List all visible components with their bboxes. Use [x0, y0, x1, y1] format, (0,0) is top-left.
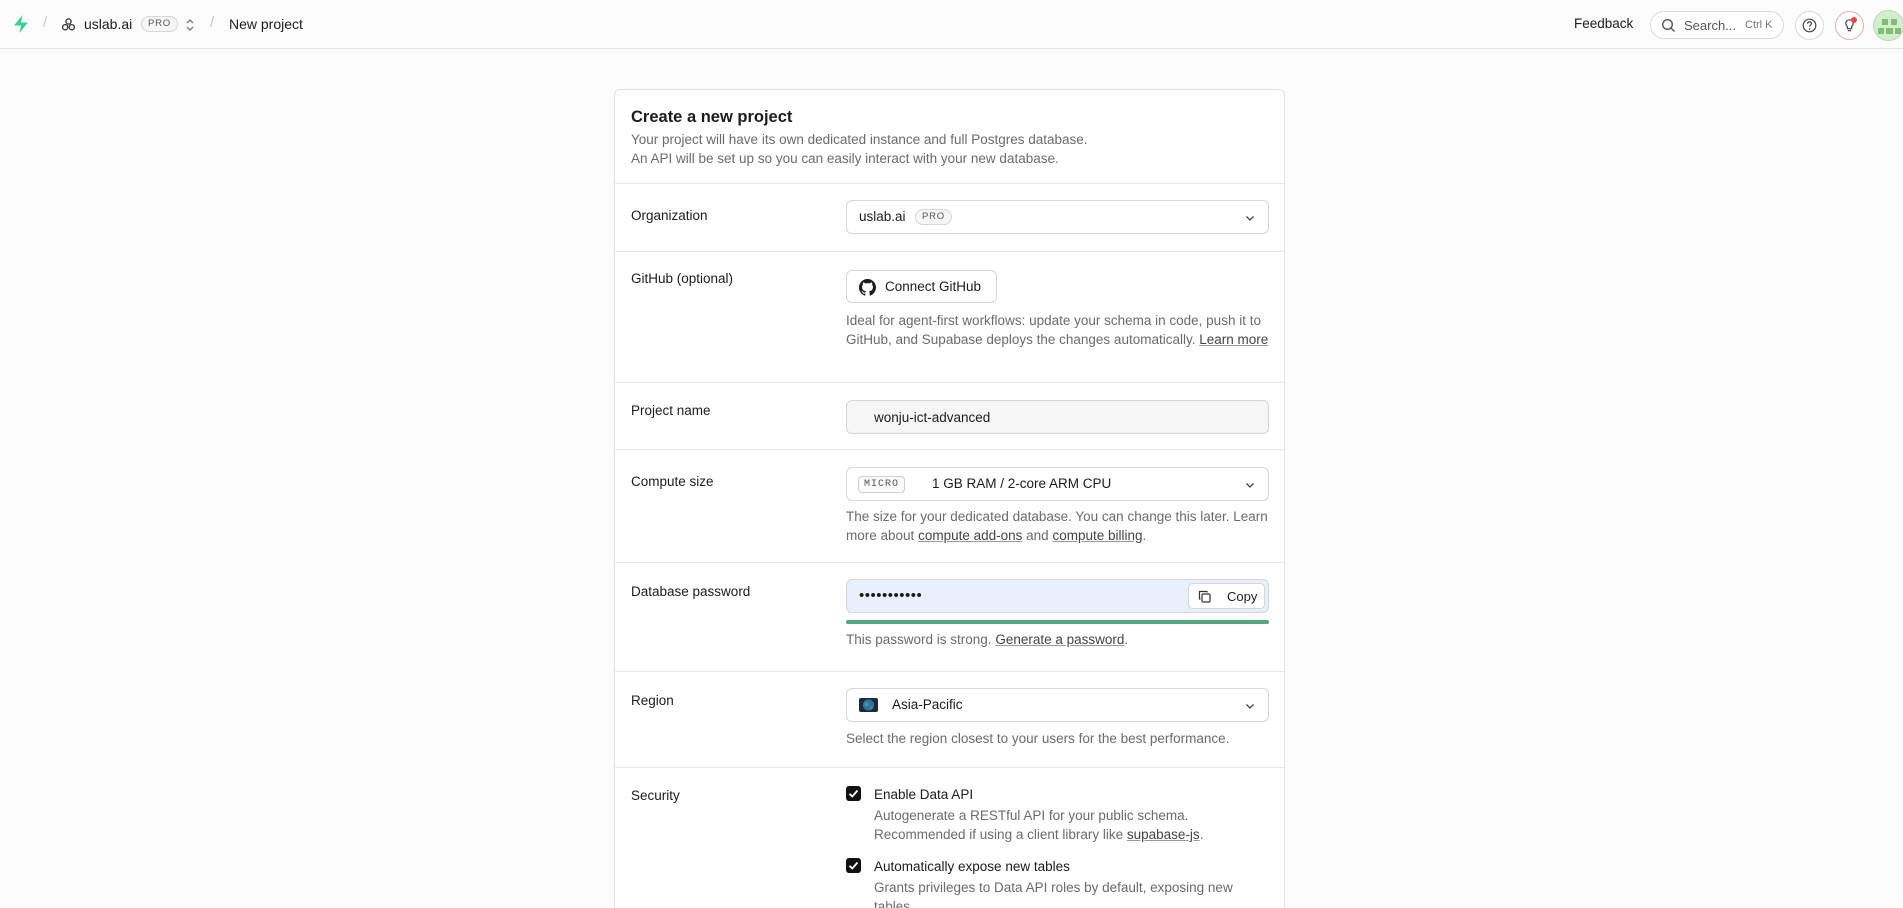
- feedback-button[interactable]: Feedback: [1574, 16, 1633, 31]
- card-header: Create a new project Your project will h…: [615, 90, 1284, 184]
- notification-dot: [1851, 17, 1857, 23]
- region-row: Region Asia-Pacific Select the region cl…: [615, 672, 1284, 768]
- security-label: Security: [631, 788, 680, 803]
- organization-icon: [61, 18, 76, 31]
- top-navigation-bar: / uslab.ai PRO / New project Feedback Se…: [0, 0, 1903, 49]
- organization-label: Organization: [631, 208, 708, 223]
- github-learn-more-link[interactable]: Learn more: [1199, 332, 1268, 347]
- password-help-text: This password is strong. Generate a pass…: [846, 630, 1269, 649]
- auto-expose-tables-description: Grants privileges to Data API roles by d…: [874, 880, 1233, 908]
- avatar-pattern-icon: [1874, 11, 1903, 40]
- auto-expose-tables-checkbox[interactable]: [846, 858, 861, 873]
- search-button[interactable]: Search... Ctrl K: [1650, 11, 1784, 39]
- help-button[interactable]: [1795, 11, 1824, 40]
- compute-help-text: The size for your dedicated database. Yo…: [846, 507, 1269, 545]
- checkmark-icon: [848, 861, 859, 870]
- enable-data-api-desc-period: .: [1199, 827, 1204, 842]
- organization-row: Organization uslab.ai PRO: [615, 184, 1284, 252]
- compute-help-period: .: [1142, 528, 1147, 543]
- card-description-line: An API will be set up so you can easily …: [631, 150, 1059, 166]
- project-name-row: Project name: [615, 383, 1284, 450]
- github-icon: [859, 279, 876, 296]
- supabase-logo-icon[interactable]: [12, 14, 30, 34]
- region-value: Asia-Pacific: [892, 697, 963, 712]
- compute-size-row: Compute size MICRO 1 GB RAM / 2-core ARM…: [615, 450, 1284, 563]
- connect-github-button[interactable]: Connect GitHub: [846, 270, 997, 303]
- notifications-button[interactable]: [1835, 11, 1864, 40]
- database-password-label: Database password: [631, 584, 751, 599]
- project-name-label: Project name: [631, 403, 711, 418]
- connect-github-label: Connect GitHub: [885, 279, 982, 294]
- compute-addons-link[interactable]: compute add-ons: [918, 528, 1022, 543]
- chevron-down-icon: [1246, 483, 1254, 488]
- breadcrumb-separator: /: [210, 14, 215, 31]
- database-password-input[interactable]: ••••••••••• Copy: [846, 579, 1269, 613]
- chevron-down-icon: [1246, 704, 1254, 709]
- help-circle-icon: [1802, 18, 1817, 33]
- search-icon: [1661, 18, 1675, 32]
- github-help-text: Ideal for agent-first workflows: update …: [846, 311, 1269, 349]
- checkmark-icon: [848, 789, 859, 798]
- region-select[interactable]: Asia-Pacific: [846, 688, 1269, 722]
- enable-data-api-checkbox[interactable]: [846, 786, 861, 801]
- create-project-card: Create a new project Your project will h…: [614, 89, 1285, 908]
- search-shortcut: Ctrl K: [1745, 19, 1773, 31]
- breadcrumb-org-name[interactable]: uslab.ai: [84, 16, 132, 32]
- card-description: Your project will have its own dedicated…: [631, 131, 1088, 168]
- compute-tier-badge: MICRO: [858, 476, 906, 493]
- globe-icon: [859, 698, 878, 712]
- password-strength-bar: [846, 620, 1269, 624]
- password-help-period: .: [1124, 632, 1129, 647]
- project-name-input[interactable]: [846, 400, 1269, 434]
- compute-size-value: 1 GB RAM / 2-core ARM CPU: [932, 476, 1112, 491]
- organization-plan-badge: PRO: [915, 209, 952, 225]
- compute-size-select[interactable]: MICRO 1 GB RAM / 2-core ARM CPU: [846, 467, 1269, 501]
- compute-help-and: and: [1026, 528, 1049, 543]
- github-row: GitHub (optional) Connect GitHub Ideal f…: [615, 252, 1284, 383]
- organization-value: uslab.ai: [859, 209, 906, 224]
- compute-billing-link[interactable]: compute billing: [1052, 528, 1142, 543]
- password-strength-fill: [846, 620, 1269, 624]
- search-placeholder: Search...: [1684, 18, 1737, 33]
- region-label: Region: [631, 693, 674, 708]
- org-plan-badge: PRO: [141, 16, 178, 32]
- enable-data-api-title: Enable Data API: [874, 787, 974, 802]
- copy-password-button[interactable]: Copy: [1188, 583, 1265, 609]
- organization-select[interactable]: uslab.ai PRO: [846, 200, 1269, 234]
- copy-label: Copy: [1227, 589, 1258, 604]
- region-help-text: Select the region closest to your users …: [846, 731, 1230, 746]
- security-row: Security Enable Data API Autogenerate a …: [615, 768, 1284, 908]
- card-description-line: Your project will have its own dedicated…: [631, 132, 1088, 147]
- breadcrumb-separator: /: [43, 14, 48, 31]
- auto-expose-tables-title: Automatically expose new tables: [874, 859, 1070, 874]
- compute-size-label: Compute size: [631, 474, 714, 489]
- generate-password-link[interactable]: Generate a password: [995, 632, 1124, 647]
- enable-data-api-description: Autogenerate a RESTful API for your publ…: [874, 806, 1269, 844]
- password-strength-text: This password is strong.: [846, 632, 992, 647]
- database-password-row: Database password ••••••••••• Copy This …: [615, 563, 1284, 672]
- supabase-js-link[interactable]: supabase-js: [1127, 827, 1200, 842]
- password-masked-value: •••••••••••: [859, 587, 923, 604]
- copy-icon: [1198, 590, 1211, 603]
- chevron-down-icon: [1246, 216, 1254, 221]
- user-avatar[interactable]: [1873, 10, 1903, 41]
- github-label: GitHub (optional): [631, 271, 734, 286]
- breadcrumb-current-page: New project: [229, 16, 303, 32]
- chevron-up-down-icon[interactable]: [184, 17, 196, 33]
- card-title: Create a new project: [631, 108, 793, 126]
